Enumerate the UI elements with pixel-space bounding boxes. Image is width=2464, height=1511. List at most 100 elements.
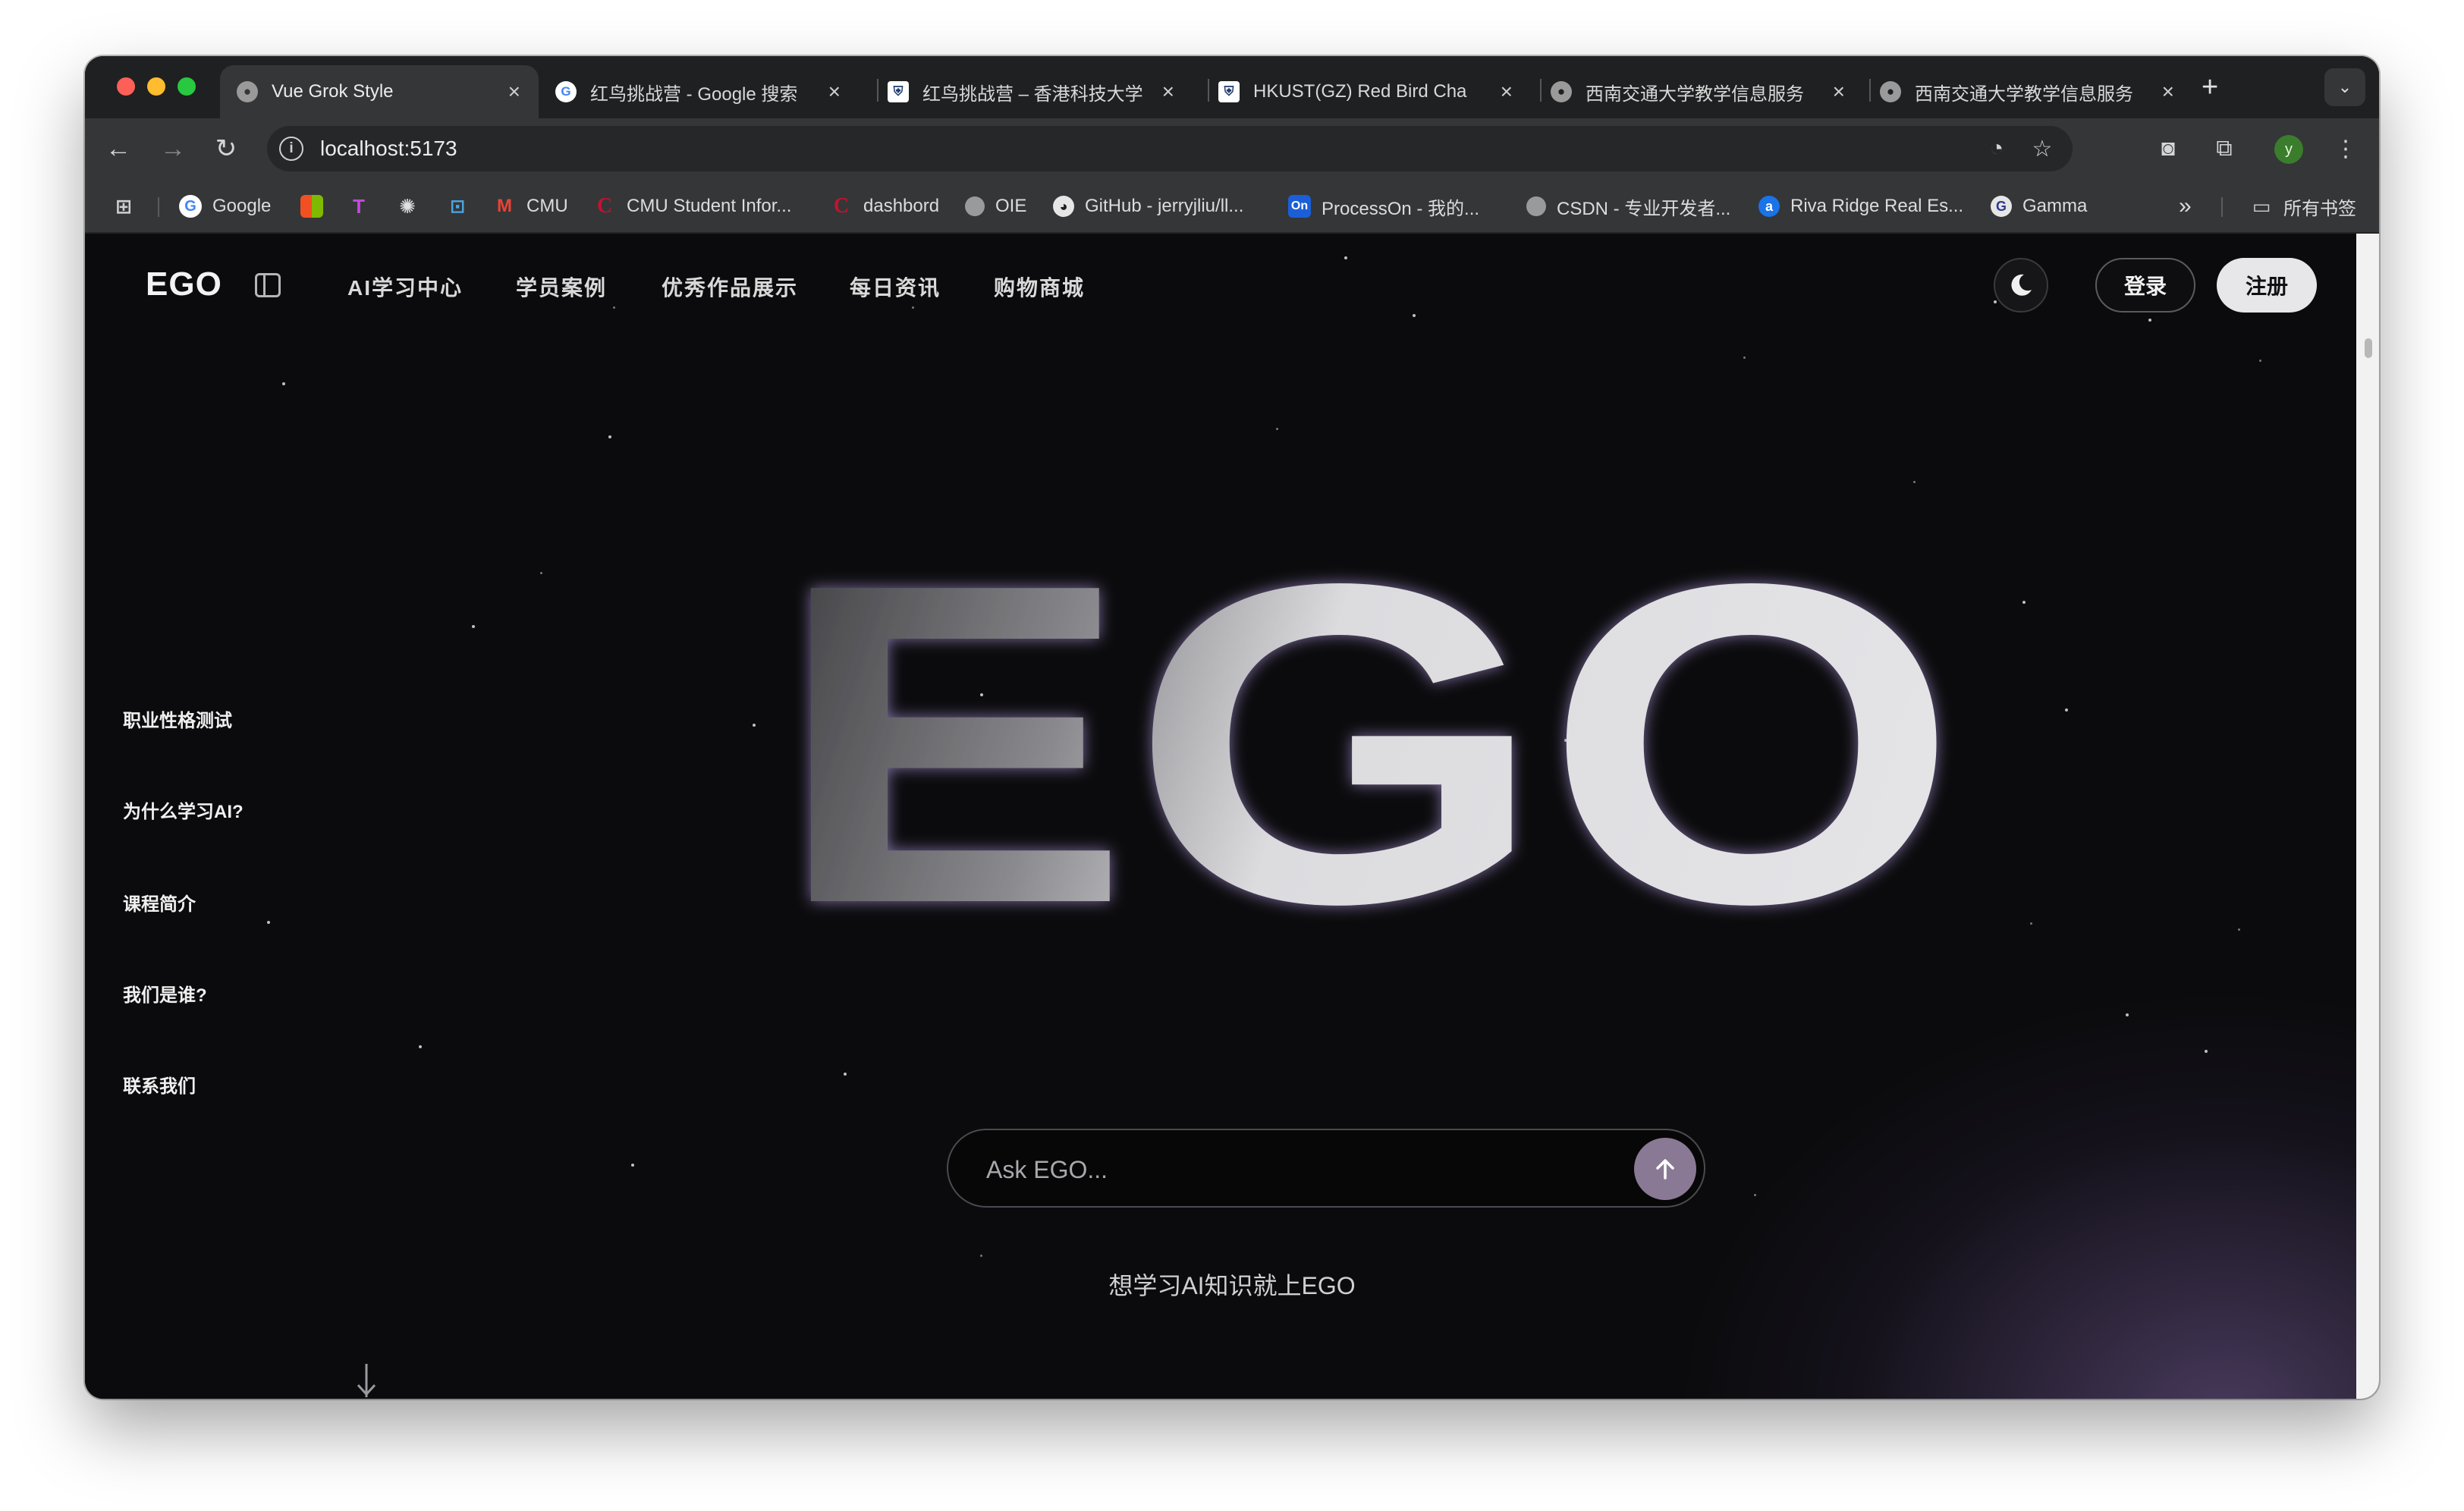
bookmark-label: Google [212,196,272,216]
close-window-button[interactable] [117,77,135,96]
bookmarks-overflow-button[interactable]: » [2179,193,2192,220]
tab-hkust-redbird[interactable]: ⛨ 红鸟挑战营 – 香港科技大学 × [871,65,1193,118]
tab-title: 西南交通大学教学信息服务 [1915,83,2133,105]
canvas-c-icon: C [596,194,613,218]
bookmark-separator [158,197,159,217]
tab-strip: ● Vue Grok Style × G 红鸟挑战营 - Google 搜索 ×… [85,56,2379,118]
bookmark-microsoft[interactable] [300,193,334,220]
bookmark-oie[interactable]: OIE [965,193,1026,220]
bookmark-processon[interactable]: On ProcessOn - 我的... [1288,193,1479,220]
arrow-up-icon [1656,1159,1674,1180]
tab-swjtu-2[interactable]: ● 西南交通大学教学信息服务 × [1863,65,2192,118]
forward-button[interactable]: → [158,134,188,164]
openai-icon: ✺ [399,194,416,218]
theme-toggle-button[interactable] [1994,258,2048,313]
new-tab-button[interactable]: + [2202,73,2218,102]
scrollbar-thumb[interactable] [2365,338,2372,358]
profile-avatar[interactable]: y [2274,135,2303,164]
star [472,625,475,628]
back-button[interactable]: ← [103,134,134,164]
bookmark-bilibili[interactable]: ⊡ [446,193,479,220]
all-bookmarks-button[interactable]: ▭ 所有书签 [2250,193,2356,220]
ask-input[interactable] [986,1150,1608,1189]
bookmark-separator [2221,197,2223,217]
bookmark-dashbord[interactable]: C dashbord [830,193,939,220]
bookmark-cmu[interactable]: M CMU [493,193,568,220]
gmail-icon: M [497,196,512,216]
bookmark-t[interactable]: T [347,193,381,220]
side-link-who-we-are[interactable]: 我们是谁? [123,980,207,1007]
close-tab-icon[interactable]: × [2162,80,2174,104]
moon-icon [2011,274,2032,296]
minimize-window-button[interactable] [147,77,165,96]
address-bar[interactable]: i localhost:5173 ◔ ☆ [267,126,2073,171]
extensions-icon[interactable]: ⧉ [2209,134,2239,164]
web-page: EGO AI学习中心 学员案例 优秀作品展示 每日资讯 购物商城 登录 注册 职… [85,234,2379,1399]
reload-button[interactable]: ↻ [211,134,241,164]
side-link-career-test[interactable]: 职业性格测试 [123,705,232,732]
url-text: localhost:5173 [320,137,457,160]
bookmark-apps[interactable]: ⊞ [112,193,146,220]
star [267,921,270,924]
bookmark-gamma[interactable]: G Gamma [1991,193,2087,220]
tab-swjtu-1[interactable]: ● 西南交通大学教学信息服务 × [1534,65,1863,118]
tab-search-button[interactable]: ⌄ [2324,68,2365,106]
side-link-why-ai[interactable]: 为什么学习AI? [123,796,244,823]
bookmark-openai[interactable]: ✺ [396,193,429,220]
folder-icon: ▭ [2252,194,2271,218]
send-button[interactable] [1634,1138,1696,1200]
maximize-window-button[interactable] [178,77,196,96]
close-tab-icon[interactable]: × [828,80,841,104]
bookmark-csdn[interactable]: CSDN - 专业开发者... [1526,193,1730,220]
nav-student-cases[interactable]: 学员案例 [516,272,607,302]
chevron-down-icon: ⌄ [2337,77,2352,96]
bookmark-label: GitHub - jerryjliu/ll... [1085,196,1244,216]
star [631,1164,634,1167]
star [540,572,542,574]
tagline: 想学习AI知识就上EGO [1108,1272,1356,1299]
bookmark-label: CSDN - 专业开发者... [1557,198,1731,219]
page-scrollbar[interactable] [2356,234,2379,1399]
bookmark-label: ProcessOn - 我的... [1322,198,1480,219]
performance-icon[interactable]: ◔ [1983,135,2010,162]
sidebar-toggle-icon[interactable] [255,273,281,297]
bookmark-cmu-student-info[interactable]: C CMU Student Infor... [593,193,792,220]
ask-box [947,1129,1705,1208]
scroll-down-icon[interactable] [355,1362,378,1399]
nav-showcase[interactable]: 优秀作品展示 [662,272,798,302]
side-link-course-intro[interactable]: 课程简介 [123,889,196,916]
hero-text: EGO [775,552,1959,977]
bookmark-github[interactable]: ◕ GitHub - jerryjliu/ll... [1053,193,1243,220]
tab-google-search[interactable]: G 红鸟挑战营 - Google 搜索 × [539,65,859,118]
camera-icon[interactable]: ◙ [2153,134,2183,164]
nav-ai-learning-center[interactable]: AI学习中心 [347,272,463,302]
microsoft-icon [300,195,323,218]
close-tab-icon[interactable]: × [508,80,520,104]
site-info-icon[interactable]: i [279,137,303,161]
site-logo[interactable]: EGO [146,265,222,303]
tab-title: HKUST(GZ) Red Bird Cha [1253,81,1467,102]
processon-icon: On [1288,195,1311,218]
tab-title: 红鸟挑战营 – 香港科技大学 [922,83,1143,105]
star [844,1073,847,1076]
tab-vue-grok-style[interactable]: ● Vue Grok Style × [220,65,539,118]
close-tab-icon[interactable]: × [1162,80,1174,104]
login-button[interactable]: 登录 [2095,258,2195,313]
register-button[interactable]: 注册 [2217,258,2317,313]
close-tab-icon[interactable]: × [1501,80,1513,104]
bookmark-label: CMU [526,196,568,216]
nav-shop[interactable]: 购物商城 [994,272,1085,302]
bookmark-star-icon[interactable]: ☆ [2029,135,2056,162]
tab-title: 红鸟挑战营 - Google 搜索 [590,83,798,105]
bookmark-riva-ridge[interactable]: a Riva Ridge Real Es... [1758,193,1963,220]
tab-hkust-gz[interactable]: ⛨ HKUST(GZ) Red Bird Cha × [1202,65,1531,118]
side-link-contact-us[interactable]: 联系我们 [123,1071,196,1098]
close-tab-icon[interactable]: × [1833,80,1845,104]
nav-daily-news[interactable]: 每日资讯 [850,272,941,302]
bilibili-icon: ⊡ [449,196,466,217]
site-header: EGO AI学习中心 学员案例 优秀作品展示 每日资讯 购物商城 登录 注册 [85,234,2356,337]
bookmark-google[interactable]: G Google [179,193,271,220]
more-menu-icon[interactable]: ⋮ [2330,134,2361,164]
star [1913,481,1916,483]
browser-window: ● Vue Grok Style × G 红鸟挑战营 - Google 搜索 ×… [85,56,2379,1399]
